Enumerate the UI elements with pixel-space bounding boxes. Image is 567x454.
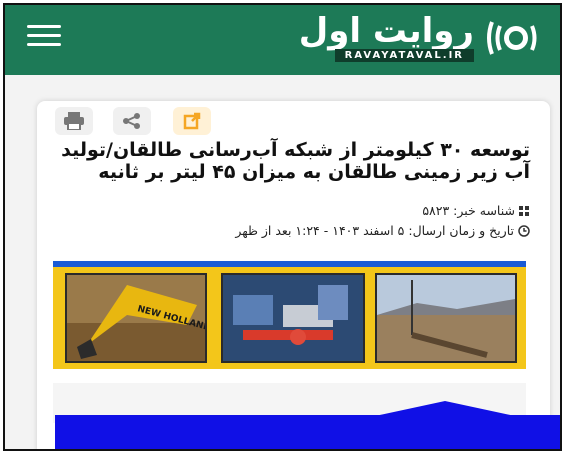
share-icon — [123, 113, 140, 129]
clock-icon — [518, 225, 530, 240]
publish-time-text: تاریخ و زمان ارسال: ۵ اسفند ۱۴۰۳ - ۱:۲۴ … — [235, 223, 514, 238]
logo-text: روایت اول — [298, 11, 474, 51]
app-frame: روایت اول RAVAYATAVAL.IR توسعه ۳۰ کیلومت… — [3, 3, 562, 451]
grid-icon — [519, 205, 530, 220]
logo-mark-icon — [487, 21, 537, 55]
printer-icon — [64, 112, 84, 130]
article-title: توسعه ۳۰ کیلومتر از شبکه آب‌رسانی طالقان… — [61, 139, 530, 183]
pipeline-field-photo — [375, 273, 517, 363]
article-image[interactable]: NEW HOLLAND — [53, 261, 526, 369]
external-link-icon — [183, 112, 201, 130]
print-button[interactable] — [55, 107, 93, 135]
article-card: توسعه ۳۰ کیلومتر از شبکه آب‌رسانی طالقان… — [37, 101, 550, 449]
share-button[interactable] — [113, 107, 151, 135]
banner-strip — [53, 261, 526, 267]
overlay-shape — [55, 415, 560, 449]
open-link-button[interactable] — [173, 107, 211, 135]
pump-station-photo — [221, 273, 365, 363]
excavator-photo: NEW HOLLAND — [65, 273, 207, 363]
site-logo[interactable]: روایت اول RAVAYATAVAL.IR — [259, 11, 544, 69]
publish-time: تاریخ و زمان ارسال: ۵ اسفند ۱۴۰۳ - ۱:۲۴ … — [235, 223, 530, 240]
news-id: شناسه خبر: ۵۸۲۳ — [422, 203, 530, 220]
logo-subtext: RAVAYATAVAL.IR — [334, 49, 474, 62]
overlay-shape-peak — [375, 401, 515, 416]
hamburger-menu-icon[interactable] — [27, 25, 61, 51]
site-header: روایت اول RAVAYATAVAL.IR — [5, 5, 560, 75]
news-id-text: شناسه خبر: ۵۸۲۳ — [422, 203, 515, 218]
